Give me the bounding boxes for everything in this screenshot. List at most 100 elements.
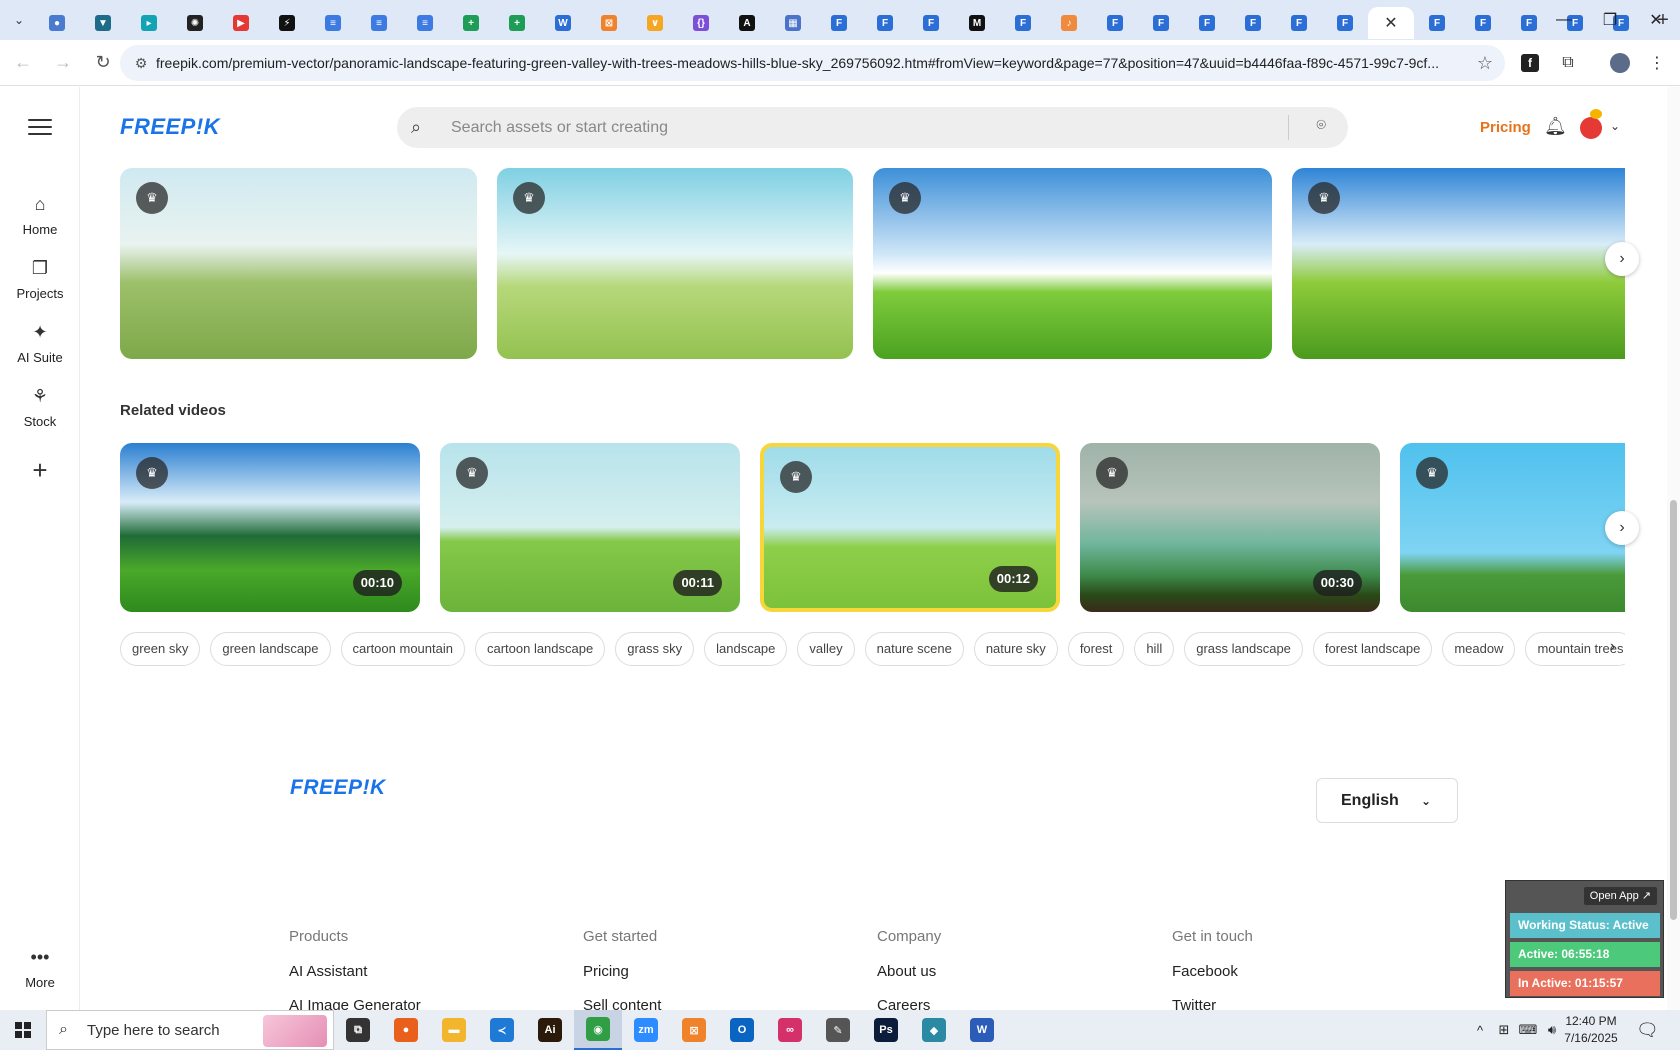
browser-tab[interactable]: + (448, 7, 494, 39)
browser-tab[interactable]: ∨ (632, 7, 678, 39)
language-select[interactable]: English ⌄ (1316, 778, 1458, 823)
tag-chip[interactable]: green landscape (210, 632, 331, 666)
tag-chip[interactable]: forest (1067, 632, 1125, 666)
rail-item-more[interactable]: ••• More (0, 945, 80, 990)
site-info-icon[interactable]: ⚙ (126, 55, 156, 72)
tag-chip[interactable]: grass sky (615, 632, 695, 666)
browser-tab[interactable]: + (494, 7, 540, 39)
search-input[interactable]: Search assets or start creating (451, 119, 668, 137)
taskbar-app[interactable]: zm (622, 1010, 670, 1050)
related-image-card[interactable]: ♛ (497, 168, 853, 359)
taskbar-search[interactable]: ⌕ Type here to search (46, 1010, 334, 1050)
rail-item-projects[interactable]: ❐ Projects (0, 256, 80, 301)
taskbar-app[interactable]: W (958, 1010, 1006, 1050)
notifications-icon[interactable]: 🗨︎ (1636, 1010, 1659, 1050)
profile-avatar[interactable] (1603, 46, 1637, 80)
bookmark-star-icon[interactable]: ☆ (1477, 53, 1493, 74)
browser-tab[interactable]: F (1460, 7, 1506, 39)
network-icon[interactable]: ⌨ (1516, 1022, 1540, 1038)
browser-tab[interactable]: ≡ (310, 7, 356, 39)
videos-next-arrow-icon[interactable]: › (1605, 511, 1639, 545)
tags-next-arrow-icon[interactable]: › (1610, 638, 1615, 656)
close-icon[interactable]: ✕ (1383, 15, 1399, 32)
taskbar-app[interactable]: ≺ (478, 1010, 526, 1050)
browser-tab[interactable]: ♪ (1046, 7, 1092, 39)
browser-tab[interactable]: F (1322, 7, 1368, 39)
browser-tab[interactable]: F (816, 7, 862, 39)
system-clock[interactable]: 12:40 PM 7/16/2025 (1555, 1013, 1627, 1047)
browser-tab[interactable]: ≡ (402, 7, 448, 39)
browser-tab[interactable]: ▸ (126, 7, 172, 39)
tag-chip[interactable]: grass landscape (1184, 632, 1303, 666)
menu-icon[interactable] (28, 114, 52, 140)
taskbar-app[interactable]: ⊠ (670, 1010, 718, 1050)
reload-button[interactable]: ↻ (86, 46, 120, 80)
video-card[interactable]: ♛ (1400, 443, 1625, 612)
tag-chip[interactable]: green sky (120, 632, 201, 666)
browser-tab[interactable]: W (540, 7, 586, 39)
browser-tab[interactable]: F (1138, 7, 1184, 39)
video-card[interactable]: ♛ 00:12 (760, 443, 1060, 612)
window-close-button[interactable]: ✕ (1632, 0, 1680, 40)
tag-chip[interactable]: nature sky (973, 632, 1058, 666)
freepik-logo[interactable]: FREEP!K (120, 114, 220, 140)
tag-chip[interactable]: valley (797, 632, 855, 666)
extension-icon[interactable]: f (1513, 46, 1547, 80)
browser-tab[interactable]: F (1414, 7, 1460, 39)
rail-item-ai-suite[interactable]: ✦ AI Suite (0, 320, 80, 365)
taskbar-app[interactable]: ⧉ (334, 1010, 382, 1050)
browser-tab[interactable]: ✺ (172, 7, 218, 39)
tray-app-icon[interactable]: ⊞ (1492, 1022, 1516, 1038)
tag-chip[interactable]: meadow (1442, 632, 1516, 666)
footer-link[interactable]: About us (877, 963, 941, 980)
tag-chip[interactable]: nature scene (864, 632, 964, 666)
extensions-puzzle-icon[interactable]: ⧉ (1551, 46, 1585, 80)
page-scrollbar[interactable] (1667, 87, 1680, 1010)
related-image-card[interactable]: ♛ (873, 168, 1272, 359)
chrome-menu-icon[interactable]: ⋮ (1640, 46, 1674, 80)
tab-active[interactable]: ✕ (1368, 7, 1414, 39)
browser-tab[interactable]: ▦ (770, 7, 816, 39)
forward-button[interactable]: → (46, 46, 80, 80)
browser-tab[interactable]: ≡ (356, 7, 402, 39)
chevron-down-icon[interactable]: ⌄ (1610, 119, 1620, 133)
taskbar-app[interactable]: ◆ (910, 1010, 958, 1050)
taskbar-app[interactable]: O (718, 1010, 766, 1050)
search-bar[interactable]: ⌕ Search assets or start creating ⌾ (397, 107, 1348, 148)
camera-search-icon[interactable]: ⌾ (1316, 117, 1326, 135)
related-image-card[interactable]: ♛ (120, 168, 477, 359)
footer-link[interactable]: AI Assistant (289, 963, 421, 980)
tag-chip[interactable]: hill (1134, 632, 1175, 666)
browser-tab[interactable]: F (1184, 7, 1230, 39)
address-bar[interactable]: ⚙ freepik.com/premium-vector/panoramic-l… (120, 45, 1505, 81)
video-card[interactable]: ♛ 00:11 (440, 443, 740, 612)
taskbar-app[interactable]: Ps (862, 1010, 910, 1050)
video-card[interactable]: ♛ 00:30 (1080, 443, 1380, 612)
images-next-arrow-icon[interactable]: › (1605, 242, 1639, 276)
browser-tab[interactable]: F (862, 7, 908, 39)
rail-item-home[interactable]: ⌂ Home (0, 192, 80, 237)
taskbar-app[interactable]: ● (382, 1010, 430, 1050)
rail-item-stock[interactable]: ⚘ Stock (0, 384, 80, 429)
browser-tab[interactable]: F (1230, 7, 1276, 39)
browser-tab[interactable]: A (724, 7, 770, 39)
tag-chip[interactable]: forest landscape (1312, 632, 1433, 666)
taskbar-app[interactable]: ∞ (766, 1010, 814, 1050)
show-hidden-icons-icon[interactable]: ^ (1468, 1023, 1492, 1038)
back-button[interactable]: ← (6, 46, 40, 80)
notifications-bell-icon[interactable]: 🔔︎ (1544, 116, 1567, 137)
browser-tab[interactable]: F (908, 7, 954, 39)
footer-freepik-logo[interactable]: FREEP!K (290, 776, 386, 800)
tag-chip[interactable]: cartoon mountain (340, 632, 465, 666)
browser-tab[interactable]: ▶ (218, 7, 264, 39)
restore-button[interactable]: ❐ (1586, 0, 1634, 40)
tag-chip[interactable]: cartoon landscape (474, 632, 606, 666)
minimize-button[interactable]: — (1540, 0, 1588, 40)
url-text[interactable]: freepik.com/premium-vector/panoramic-lan… (156, 55, 1466, 71)
taskbar-app[interactable]: ▬ (430, 1010, 478, 1050)
browser-tab[interactable]: F (1000, 7, 1046, 39)
browser-tab[interactable]: F (1276, 7, 1322, 39)
taskbar-app[interactable]: ◉ (574, 1010, 622, 1050)
browser-tab[interactable]: F (1092, 7, 1138, 39)
browser-tab[interactable]: {} (678, 7, 724, 39)
